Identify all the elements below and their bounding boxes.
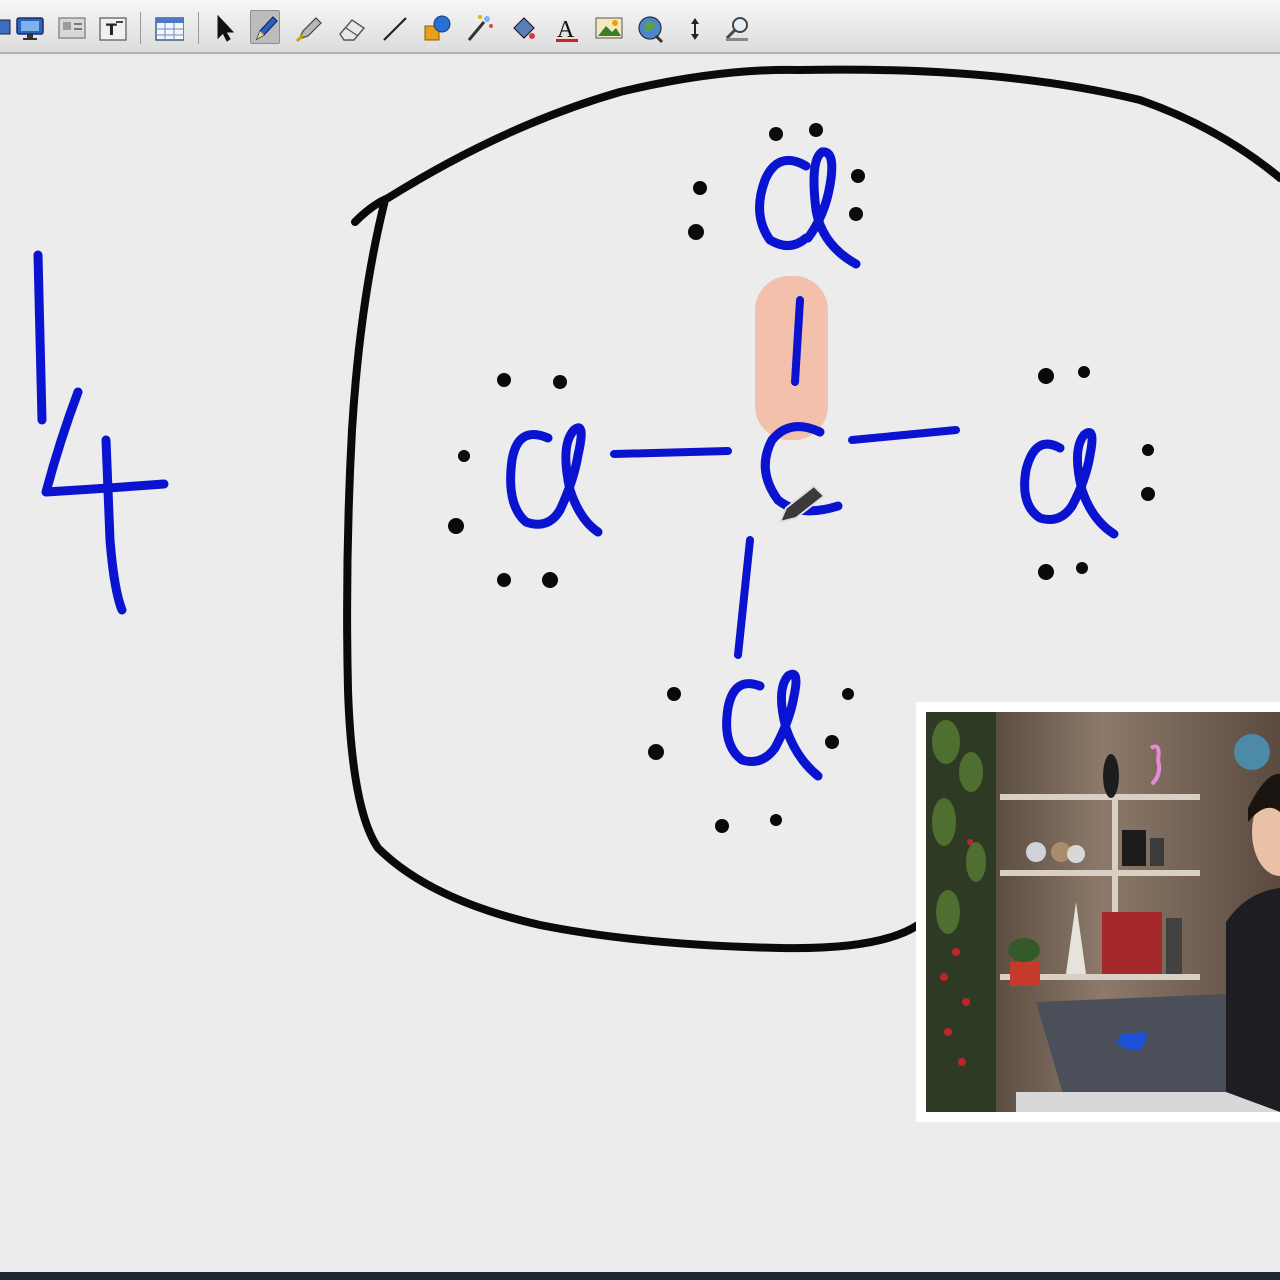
shapes-icon[interactable] <box>422 10 452 44</box>
bond-highlight <box>755 276 828 440</box>
text-a-icon[interactable]: A <box>552 10 582 44</box>
presenter-webcam-overlay <box>916 702 1280 1122</box>
picture-icon[interactable] <box>594 10 624 44</box>
atom-chlorine-left <box>506 423 603 537</box>
cursor-arrow-icon[interactable] <box>210 10 240 44</box>
pen-icon[interactable] <box>250 10 280 44</box>
eraser-icon[interactable] <box>336 10 366 44</box>
table-icon[interactable] <box>154 10 184 44</box>
toolbar-separator <box>140 12 141 44</box>
drawing-toolbar: T A <box>0 0 1280 54</box>
magic-wand-icon[interactable] <box>464 10 494 44</box>
toolbar-separator <box>198 12 199 44</box>
fill-bucket-icon[interactable] <box>508 10 538 44</box>
text-box-icon[interactable]: T <box>98 10 128 44</box>
globe-image-icon[interactable] <box>636 10 666 44</box>
monitor-icon[interactable] <box>14 10 44 44</box>
vertical-arrows-icon[interactable] <box>680 10 710 44</box>
handwritten-fraction-digits <box>33 250 169 615</box>
bond-left <box>610 447 732 458</box>
image-slide-icon[interactable] <box>56 10 86 44</box>
magnifier-icon[interactable] <box>722 10 752 44</box>
atom-chlorine-bottom <box>722 669 823 781</box>
svg-text:T: T <box>106 20 117 39</box>
highlighter-icon[interactable] <box>294 10 324 44</box>
window-bottom-edge <box>0 1272 1280 1280</box>
bond-bottom <box>734 536 754 659</box>
atom-chlorine-right <box>1020 428 1119 539</box>
presenter-video <box>926 712 1280 1112</box>
bond-right <box>848 426 960 444</box>
line-icon[interactable] <box>380 10 410 44</box>
bond-top <box>791 296 804 386</box>
atom-chlorine-top <box>755 147 861 269</box>
